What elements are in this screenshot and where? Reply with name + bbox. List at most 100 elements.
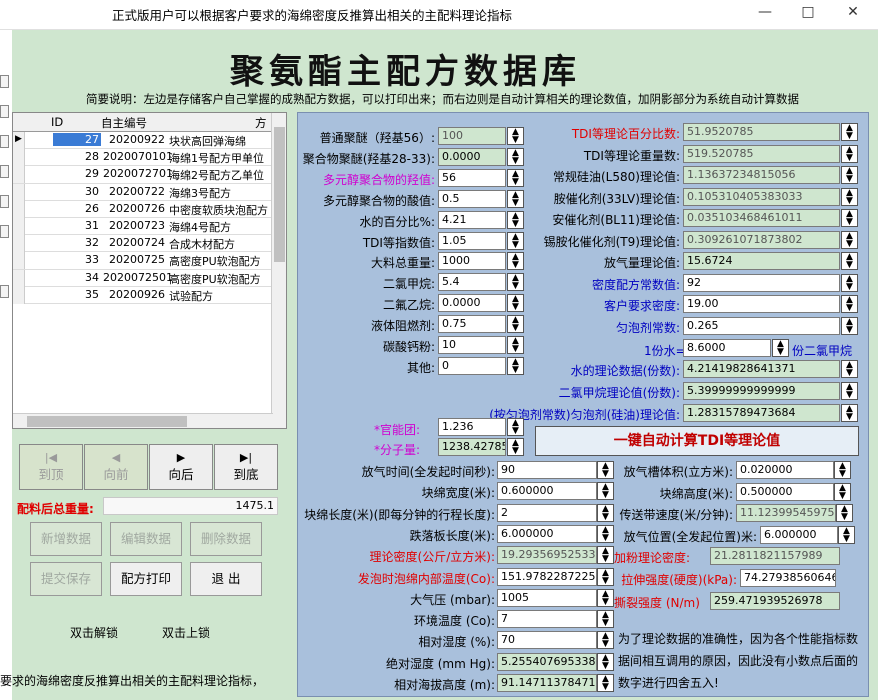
submit-save-button[interactable]: 提交保存 — [30, 562, 102, 596]
table-row[interactable]: 26 20200726 中密度软质块泡配方 — [13, 200, 286, 218]
bottom-right-input[interactable]: 0.500000 — [736, 482, 834, 501]
spin-button[interactable]: ▲ ▼ — [507, 294, 524, 313]
delete-data-button[interactable]: 删除数据 — [190, 522, 262, 556]
minimize-button[interactable]: — — [755, 4, 775, 20]
spin-button[interactable]: ▲ ▼ — [507, 127, 524, 145]
spin-button[interactable]: ▲ ▼ — [834, 461, 851, 479]
bottom-left-input[interactable]: 90 — [497, 461, 597, 479]
row-selector[interactable]: ▶ — [13, 132, 25, 149]
first-button[interactable]: |◀ 到顶 — [19, 444, 83, 490]
table-row[interactable]: 34 2020072501 高密度PU软泡配方 — [13, 269, 286, 287]
functional-group-input[interactable]: 1.236 — [438, 418, 506, 436]
spin-button[interactable]: ▲ ▼ — [841, 144, 858, 163]
left-field-input[interactable]: 0.0000 — [438, 294, 506, 313]
spin-button[interactable]: ▲ ▼ — [507, 418, 524, 436]
col-code[interactable]: 自主编号 — [101, 115, 147, 131]
exit-button[interactable]: 退 出 — [190, 562, 262, 596]
row-selector[interactable] — [13, 269, 25, 287]
edit-data-button[interactable]: 编辑数据 — [110, 522, 182, 556]
grid-vscroll[interactable] — [271, 113, 286, 428]
close-button[interactable]: ✕ — [843, 4, 863, 20]
table-row[interactable]: 33 20200725 高密度PU软泡配方 — [13, 252, 286, 270]
spin-button[interactable]: ▲ ▼ — [841, 273, 858, 292]
bottom-right-input[interactable]: 74.279385606460 — [740, 568, 836, 587]
bottom-left-input[interactable]: 1005 — [497, 588, 597, 607]
right-field-input[interactable]: 0.265 — [683, 316, 840, 335]
unlock-hint[interactable]: 双击解锁 — [70, 624, 118, 641]
bottom-left-input[interactable]: 151.9782287225 — [497, 567, 597, 586]
row-selector[interactable] — [13, 200, 25, 218]
left-field-input[interactable]: 4.21 — [438, 210, 506, 229]
left-field-input[interactable]: 100 — [438, 127, 506, 145]
spin-button[interactable]: ▲ ▼ — [841, 381, 858, 400]
row-selector[interactable] — [13, 149, 25, 167]
bottom-right-input[interactable]: 0.020000 — [736, 461, 834, 479]
next-button[interactable]: ▶ 向后 — [149, 444, 213, 490]
print-button[interactable]: 配方打印 — [110, 562, 182, 596]
spin-button[interactable]: ▲ ▼ — [597, 524, 614, 543]
table-row[interactable]: 35 20200926 试验配方 — [13, 286, 286, 304]
spin-button[interactable]: ▲ ▼ — [597, 674, 614, 692]
spin-button[interactable]: ▲ ▼ — [507, 315, 524, 334]
bottom-right-input[interactable]: 21.2811821157989 — [710, 547, 840, 565]
spin-button[interactable]: ▲ ▼ — [507, 252, 524, 271]
water-ratio-input[interactable]: 8.6000 — [683, 339, 771, 357]
spin-button[interactable]: ▲ ▼ — [597, 631, 614, 650]
bottom-left-input[interactable]: 5.25540769533805 — [497, 652, 597, 671]
spin-button[interactable]: ▲ ▼ — [507, 231, 524, 250]
spin-button[interactable]: ▲ ▼ — [597, 503, 614, 522]
left-field-input[interactable]: 1.05 — [438, 231, 506, 250]
spin-button[interactable]: ▲ ▼ — [841, 360, 858, 378]
bottom-left-input[interactable]: 0.600000 — [497, 482, 597, 501]
grid-hscroll[interactable] — [13, 413, 273, 428]
row-selector[interactable] — [13, 217, 25, 235]
right-field-input[interactable]: 0.309261071873802 — [683, 230, 840, 249]
spin-button[interactable]: ▲ ▼ — [597, 461, 614, 479]
right-field-input[interactable]: 519.520785 — [683, 144, 840, 163]
spin-button[interactable]: ▲ ▼ — [597, 588, 614, 607]
left-field-input[interactable]: 5.4 — [438, 273, 506, 292]
table-row[interactable]: 29 2020072701 海绵2号配方乙单位 — [13, 166, 286, 184]
row-selector[interactable] — [13, 286, 25, 304]
prev-button[interactable]: ◀ 向前 — [84, 444, 148, 490]
maximize-button[interactable]: □ — [798, 4, 818, 20]
spin-button[interactable]: ▲ ▼ — [772, 339, 789, 357]
row-selector[interactable] — [13, 183, 25, 201]
spin-button[interactable]: ▲ ▼ — [507, 438, 524, 456]
spin-button[interactable]: ▲ ▼ — [841, 230, 858, 249]
spin-button[interactable]: ▲ ▼ — [841, 123, 858, 141]
spin-button[interactable]: ▲ ▼ — [507, 273, 524, 292]
scroll-thumb[interactable] — [274, 127, 285, 262]
spin-button[interactable]: ▲ ▼ — [597, 610, 614, 629]
spin-button[interactable]: ▲ ▼ — [507, 147, 524, 166]
bottom-left-input[interactable]: 2 — [497, 503, 597, 522]
spin-button[interactable]: ▲ ▼ — [841, 209, 858, 227]
right-field-input[interactable]: 1.13637234815056 — [683, 166, 840, 184]
right-field-input[interactable]: 92 — [683, 273, 840, 292]
lock-hint[interactable]: 双击上锁 — [162, 624, 210, 641]
spin-button[interactable]: ▲ ▼ — [841, 403, 858, 422]
table-row[interactable]: 30 20200722 海绵3号配方 — [13, 183, 286, 201]
spin-button[interactable]: ▲ ▼ — [841, 252, 858, 270]
col-name[interactable]: 方 — [255, 115, 267, 131]
left-field-input[interactable]: 0.5 — [438, 189, 506, 208]
table-row[interactable]: 32 20200724 合成木材配方 — [13, 235, 286, 253]
table-row[interactable]: ▶ 27 20200922 块状高回弹海绵 — [13, 132, 286, 150]
bottom-right-input[interactable]: 259.471939526978 — [710, 592, 840, 610]
spin-button[interactable]: ▲ ▼ — [841, 166, 858, 184]
bottom-left-input[interactable]: 70 — [497, 631, 597, 650]
spin-button[interactable]: ▲ ▼ — [836, 504, 853, 522]
left-field-input[interactable]: 10 — [438, 336, 506, 354]
bottom-left-input[interactable]: 19.2935695253345 — [497, 546, 597, 565]
last-button[interactable]: ▶| 到底 — [214, 444, 278, 490]
bottom-right-input[interactable]: 11.1239954597535 — [736, 504, 836, 522]
spin-button[interactable]: ▲ ▼ — [597, 546, 614, 565]
add-data-button[interactable]: 新增数据 — [30, 522, 102, 556]
spin-button[interactable]: ▲ ▼ — [507, 210, 524, 229]
bottom-right-input[interactable]: 6.000000 — [760, 525, 838, 544]
spin-button[interactable]: ▲ ▼ — [597, 567, 614, 586]
col-id[interactable]: ID — [51, 115, 63, 129]
table-row[interactable]: 28 2020070101 海绵1号配方甲单位 — [13, 149, 286, 167]
spin-button[interactable]: ▲ ▼ — [841, 187, 858, 206]
left-field-input[interactable]: 0.0000 — [438, 147, 506, 166]
